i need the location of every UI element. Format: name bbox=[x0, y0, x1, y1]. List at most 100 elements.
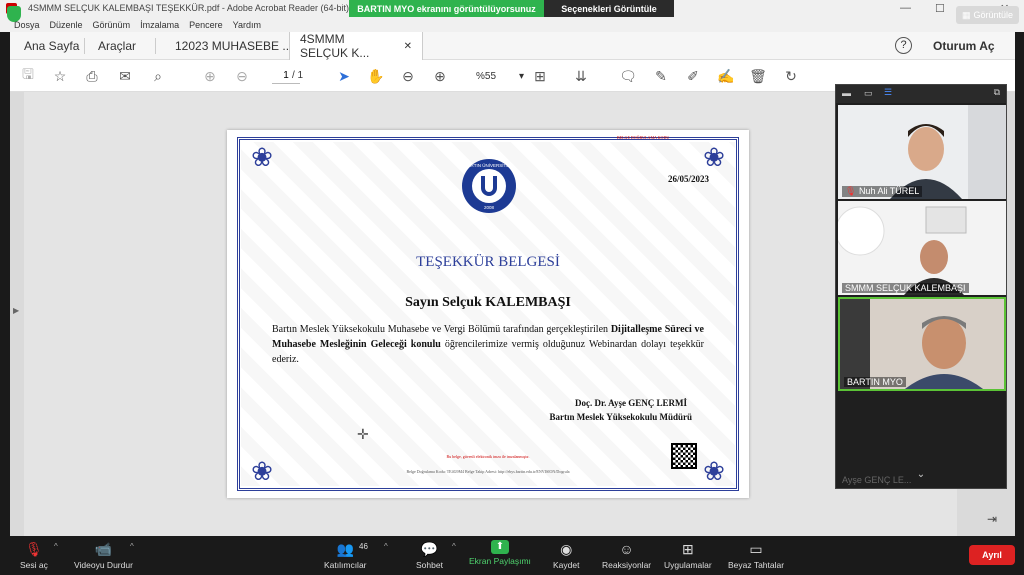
apps-button[interactable]: ⊞ Uygulamalar bbox=[664, 540, 712, 570]
video-options-caret-icon[interactable]: ^ bbox=[130, 542, 134, 551]
minimize-icon[interactable]: — bbox=[900, 2, 911, 14]
tab-divider bbox=[155, 38, 156, 54]
participant-name-text: Nuh Ali TÜREL bbox=[858, 186, 920, 196]
video-panel-header: ▬ ▭ ☰ ⧉ bbox=[836, 85, 1006, 103]
unmute-label: Sesi aç bbox=[20, 560, 48, 570]
stop-video-label: Videoyu Durdur bbox=[74, 560, 133, 570]
window-title: 4SMMM SELÇUK KALEMBAŞI TEŞEKKÜR.pdf - Ad… bbox=[28, 3, 349, 13]
rotate-icon[interactable]: ↻ bbox=[781, 66, 801, 86]
participant-name: SMMM SELÇUK KALEMBAŞI bbox=[842, 283, 969, 293]
record-icon: ◉ bbox=[560, 541, 573, 557]
highlight-pen-icon[interactable]: ✎ bbox=[651, 66, 671, 86]
previous-page-icon[interactable]: ⊕ bbox=[200, 66, 220, 86]
chevron-down-icon: ⌄ bbox=[916, 469, 926, 480]
zoom-select[interactable]: %55 ▾ bbox=[472, 68, 528, 84]
share-screen-button[interactable]: ⬆ Ekran Paylaşımı bbox=[469, 540, 531, 566]
left-pane-rail[interactable]: ▶ bbox=[10, 92, 24, 536]
save-icon[interactable]: 🖫 bbox=[18, 66, 38, 86]
close-tab-icon[interactable]: ✕ bbox=[404, 41, 412, 52]
next-page-icon[interactable]: ⊖ bbox=[232, 66, 252, 86]
chat-button[interactable]: 💬 Sohbet bbox=[416, 540, 443, 570]
tab-tools[interactable]: Araçlar bbox=[88, 32, 146, 60]
select-cursor-icon[interactable]: ➤ bbox=[334, 66, 354, 86]
certificate-body-part-1: Bartın Meslek Yüksekokulu Muhasebe ve Ve… bbox=[272, 324, 611, 335]
view-button-label: Görüntüle bbox=[973, 10, 1014, 20]
whiteboard-icon: ▭ bbox=[749, 541, 763, 557]
search-icon[interactable]: ⌕ bbox=[148, 66, 168, 86]
zoom-out-icon[interactable]: ⊖ bbox=[398, 66, 418, 86]
comment-icon[interactable]: 🗨 bbox=[618, 66, 638, 86]
verification-footer: Belge Doğrulama Kodu: TE4G9M4 Belge Taki… bbox=[406, 469, 570, 474]
page-fit-icon[interactable]: ⊞ bbox=[530, 66, 550, 86]
screen-share-banner: BARTIN MYO ekranını görüntülüyorsunuz Se… bbox=[349, 0, 674, 17]
menu-sign[interactable]: İmzalama bbox=[140, 20, 179, 30]
reactions-label: Reaksiyonlar bbox=[602, 560, 652, 570]
gallery-view-icon[interactable]: ☰ bbox=[884, 87, 892, 98]
stop-video-button[interactable]: 📹 Videoyu Durdur bbox=[74, 540, 133, 570]
hand-tool-icon[interactable]: ✋ bbox=[366, 66, 386, 86]
tab-document-1[interactable]: 12023 MUHASEBE ... bbox=[165, 32, 302, 60]
leave-meeting-button[interactable]: Ayrıl bbox=[969, 545, 1015, 565]
chat-options-caret-icon[interactable]: ^ bbox=[452, 542, 456, 551]
tab-divider bbox=[84, 38, 85, 54]
acrobat-tab-bar: Ana Sayfa Araçlar 12023 MUHASEBE ... 4SM… bbox=[10, 32, 1015, 60]
university-logo: BARTIN ÜNİVERSİTESİ 2008 bbox=[462, 159, 516, 213]
minimize-panel-icon[interactable]: ▬ bbox=[842, 88, 851, 98]
tab-document-2[interactable]: 4SMMM SELÇUK K... ✕ bbox=[289, 32, 423, 60]
share-screen-label: Ekran Paylaşımı bbox=[469, 556, 531, 566]
help-icon[interactable]: ? bbox=[895, 37, 912, 54]
certificate-page: ❀ ❀ ❀ ❀ BELGE DOĞRULAMA KODU BARTIN ÜNİV… bbox=[227, 130, 749, 498]
scroll-participants-button[interactable]: ⌄ bbox=[836, 469, 1006, 480]
record-button[interactable]: ◉ Kaydet bbox=[553, 540, 579, 570]
participant-name: BARTIN MYO bbox=[844, 377, 906, 387]
pop-out-icon[interactable]: ⧉ bbox=[994, 87, 1000, 98]
video-tile[interactable]: SMMM SELÇUK KALEMBAŞI bbox=[838, 201, 1006, 295]
unmute-button[interactable]: 🎙 Sesi aç bbox=[20, 540, 48, 570]
tab-home[interactable]: Ana Sayfa bbox=[14, 32, 89, 60]
bookmark-star-icon[interactable]: ☆ bbox=[50, 66, 70, 86]
menu-view[interactable]: Görünüm bbox=[93, 20, 131, 30]
tab-document-1-label: 12023 MUHASEBE ... bbox=[175, 39, 293, 53]
collapse-right-pane-icon[interactable]: ⇥ bbox=[987, 512, 997, 526]
email-icon[interactable]: ✉ bbox=[115, 66, 135, 86]
view-button[interactable]: ▦ Görüntüle bbox=[956, 6, 1020, 24]
print-icon[interactable]: ⎙ bbox=[82, 66, 102, 86]
participant-video bbox=[838, 105, 1006, 199]
expand-left-pane-icon[interactable]: ▶ bbox=[13, 306, 19, 315]
certificate-recipient: Sayın Selçuk KALEMBAŞI bbox=[405, 295, 571, 310]
participants-label: Katılımcılar bbox=[324, 560, 367, 570]
draw-icon[interactable]: ✐ bbox=[683, 66, 703, 86]
maximize-icon[interactable]: ☐ bbox=[935, 2, 945, 15]
chat-label: Sohbet bbox=[416, 560, 443, 570]
audio-options-caret-icon[interactable]: ^ bbox=[54, 542, 58, 551]
fill-sign-icon[interactable]: ✍ bbox=[716, 66, 736, 86]
sign-in-button[interactable]: Oturum Aç bbox=[933, 39, 995, 53]
delete-icon[interactable]: 🗑 bbox=[748, 66, 768, 86]
view-options-button[interactable]: Seçenekleri Görüntüle bbox=[544, 0, 674, 17]
share-screen-icon: ⬆ bbox=[490, 540, 509, 554]
whiteboards-button[interactable]: ▭ Beyaz Tahtalar bbox=[728, 540, 784, 570]
video-tile[interactable]: 🎙 Nuh Ali TÜREL bbox=[838, 105, 1006, 199]
participant-name: 🎙 Nuh Ali TÜREL bbox=[842, 186, 923, 197]
share-banner-message: BARTIN MYO ekranını görüntülüyorsunuz bbox=[349, 0, 544, 17]
video-tile-active-speaker[interactable]: BARTIN MYO bbox=[838, 297, 1006, 391]
participants-icon: 👥 bbox=[336, 541, 354, 557]
menu-file[interactable]: Dosya bbox=[14, 20, 40, 30]
shield-icon bbox=[7, 6, 21, 22]
scroll-mode-icon[interactable]: ⇊ bbox=[571, 66, 591, 86]
zoom-value: %55 bbox=[476, 70, 497, 82]
meeting-control-bar: 🎙 Sesi aç ^ 📹 Videoyu Durdur ^ 👥 Katılım… bbox=[0, 536, 1024, 575]
ornament-corner-icon: ❀ bbox=[703, 142, 725, 172]
participants-options-caret-icon[interactable]: ^ bbox=[384, 542, 388, 551]
camera-icon: 📹 bbox=[94, 541, 113, 557]
reactions-button[interactable]: ☺ Reaksiyonlar bbox=[602, 540, 651, 570]
menu-window[interactable]: Pencere bbox=[189, 20, 223, 30]
speaker-view-icon[interactable]: ▭ bbox=[864, 88, 873, 99]
menu-edit[interactable]: Düzenle bbox=[50, 20, 83, 30]
certificate-heading: TEŞEKKÜR BELGESİ bbox=[416, 254, 560, 270]
mic-muted-icon: 🎙 bbox=[845, 186, 859, 196]
menu-help[interactable]: Yardım bbox=[233, 20, 261, 30]
logo-year: 2008 bbox=[484, 205, 495, 210]
apps-label: Uygulamalar bbox=[664, 560, 712, 570]
zoom-in-icon[interactable]: ⊕ bbox=[430, 66, 450, 86]
